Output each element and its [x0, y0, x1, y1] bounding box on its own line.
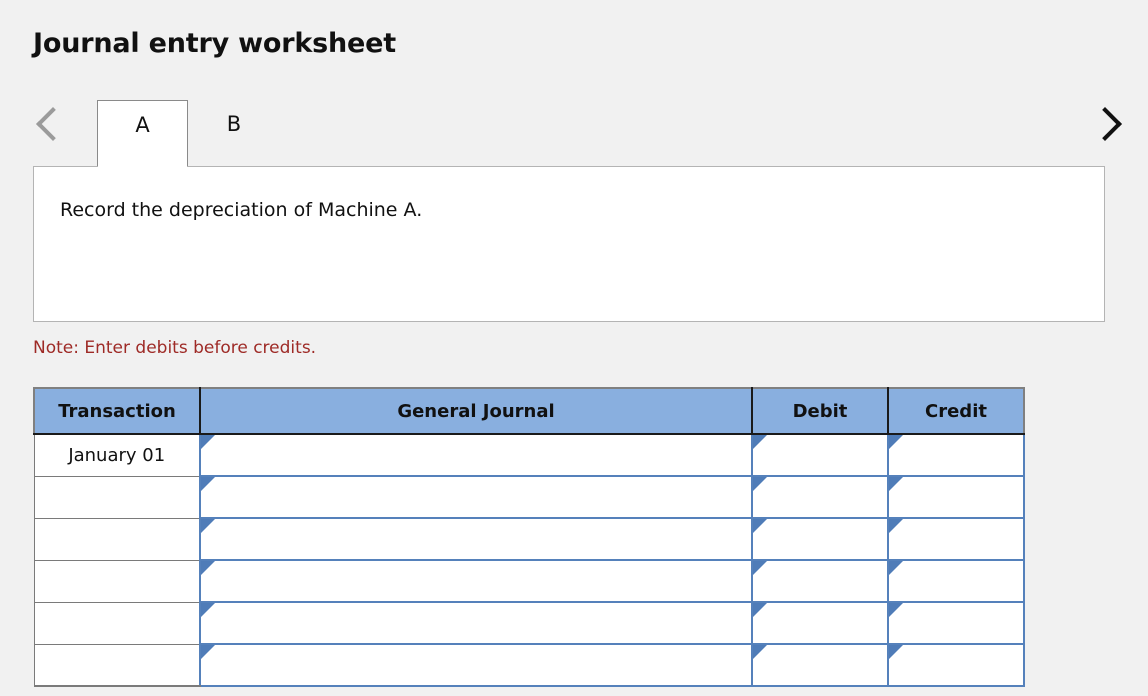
column-header-transaction: Transaction — [33, 387, 201, 435]
dropdown-triangle-icon — [753, 519, 767, 533]
dropdown-triangle-icon — [201, 603, 215, 617]
column-header-debit: Debit — [751, 387, 889, 435]
dropdown-triangle-icon — [753, 435, 767, 449]
input-debit[interactable] — [751, 601, 889, 645]
prev-tab-button[interactable] — [28, 96, 72, 152]
dropdown-triangle-icon — [889, 477, 903, 491]
note-text: Note: Enter debits before credits. — [33, 338, 317, 358]
tab-b-label: B — [226, 112, 242, 136]
tab-a[interactable]: A — [97, 100, 188, 166]
dropdown-triangle-icon — [753, 603, 767, 617]
input-general-journal[interactable] — [199, 601, 753, 645]
input-general-journal[interactable] — [199, 517, 753, 561]
input-general-journal[interactable] — [199, 559, 753, 603]
table-row — [33, 643, 1025, 687]
dropdown-triangle-icon — [201, 519, 215, 533]
dropdown-triangle-icon — [753, 477, 767, 491]
input-credit[interactable] — [887, 559, 1025, 603]
dropdown-triangle-icon — [889, 645, 903, 659]
dropdown-triangle-icon — [889, 435, 903, 449]
input-credit[interactable] — [887, 475, 1025, 519]
active-tab-notch — [98, 165, 187, 168]
page-title: Journal entry worksheet — [33, 28, 396, 59]
dropdown-triangle-icon — [889, 519, 903, 533]
input-debit[interactable] — [751, 433, 889, 477]
dropdown-triangle-icon — [753, 561, 767, 575]
input-debit[interactable] — [751, 559, 889, 603]
tab-a-label: A — [135, 113, 150, 137]
input-general-journal[interactable] — [199, 475, 753, 519]
cell-transaction-date[interactable] — [33, 602, 201, 645]
journal-table-head: Transaction General Journal Debit Credit — [33, 387, 1025, 435]
column-header-credit: Credit — [887, 387, 1025, 435]
input-credit[interactable] — [887, 643, 1025, 687]
tab-content-panel: Record the depreciation of Machine A. — [33, 166, 1105, 322]
chevron-left-icon — [36, 107, 70, 141]
table-row — [33, 475, 1025, 519]
table-row — [33, 517, 1025, 561]
tab-content-text: Record the depreciation of Machine A. — [60, 199, 423, 221]
input-credit[interactable] — [887, 601, 1025, 645]
cell-transaction-date[interactable] — [33, 518, 201, 561]
dropdown-triangle-icon — [201, 435, 215, 449]
table-row — [33, 559, 1025, 603]
input-debit[interactable] — [751, 517, 889, 561]
table-row — [33, 601, 1025, 645]
journal-entry-table: Transaction General Journal Debit Credit… — [33, 387, 1025, 687]
cell-transaction-date[interactable]: January 01 — [33, 434, 201, 477]
input-debit[interactable] — [751, 643, 889, 687]
journal-entry-worksheet-page: Journal entry worksheet A B Record the d… — [0, 0, 1148, 696]
dropdown-triangle-icon — [201, 561, 215, 575]
input-credit[interactable] — [887, 517, 1025, 561]
table-row: January 01 — [33, 433, 1025, 477]
input-general-journal[interactable] — [199, 433, 753, 477]
dropdown-triangle-icon — [889, 561, 903, 575]
tab-strip: A B — [0, 96, 1148, 168]
cell-transaction-date[interactable] — [33, 476, 201, 519]
input-credit[interactable] — [887, 433, 1025, 477]
dropdown-triangle-icon — [201, 645, 215, 659]
input-general-journal[interactable] — [199, 643, 753, 687]
cell-transaction-date[interactable] — [33, 644, 201, 687]
input-debit[interactable] — [751, 475, 889, 519]
journal-table-header-row: Transaction General Journal Debit Credit — [33, 387, 1025, 435]
journal-table-body: January 01 — [33, 433, 1025, 687]
cell-transaction-date[interactable] — [33, 560, 201, 603]
chevron-right-icon — [1088, 107, 1122, 141]
dropdown-triangle-icon — [201, 477, 215, 491]
next-tab-button[interactable] — [1086, 96, 1130, 152]
dropdown-triangle-icon — [889, 603, 903, 617]
tab-b[interactable]: B — [196, 100, 272, 166]
dropdown-triangle-icon — [753, 645, 767, 659]
column-header-general-journal: General Journal — [199, 387, 753, 435]
